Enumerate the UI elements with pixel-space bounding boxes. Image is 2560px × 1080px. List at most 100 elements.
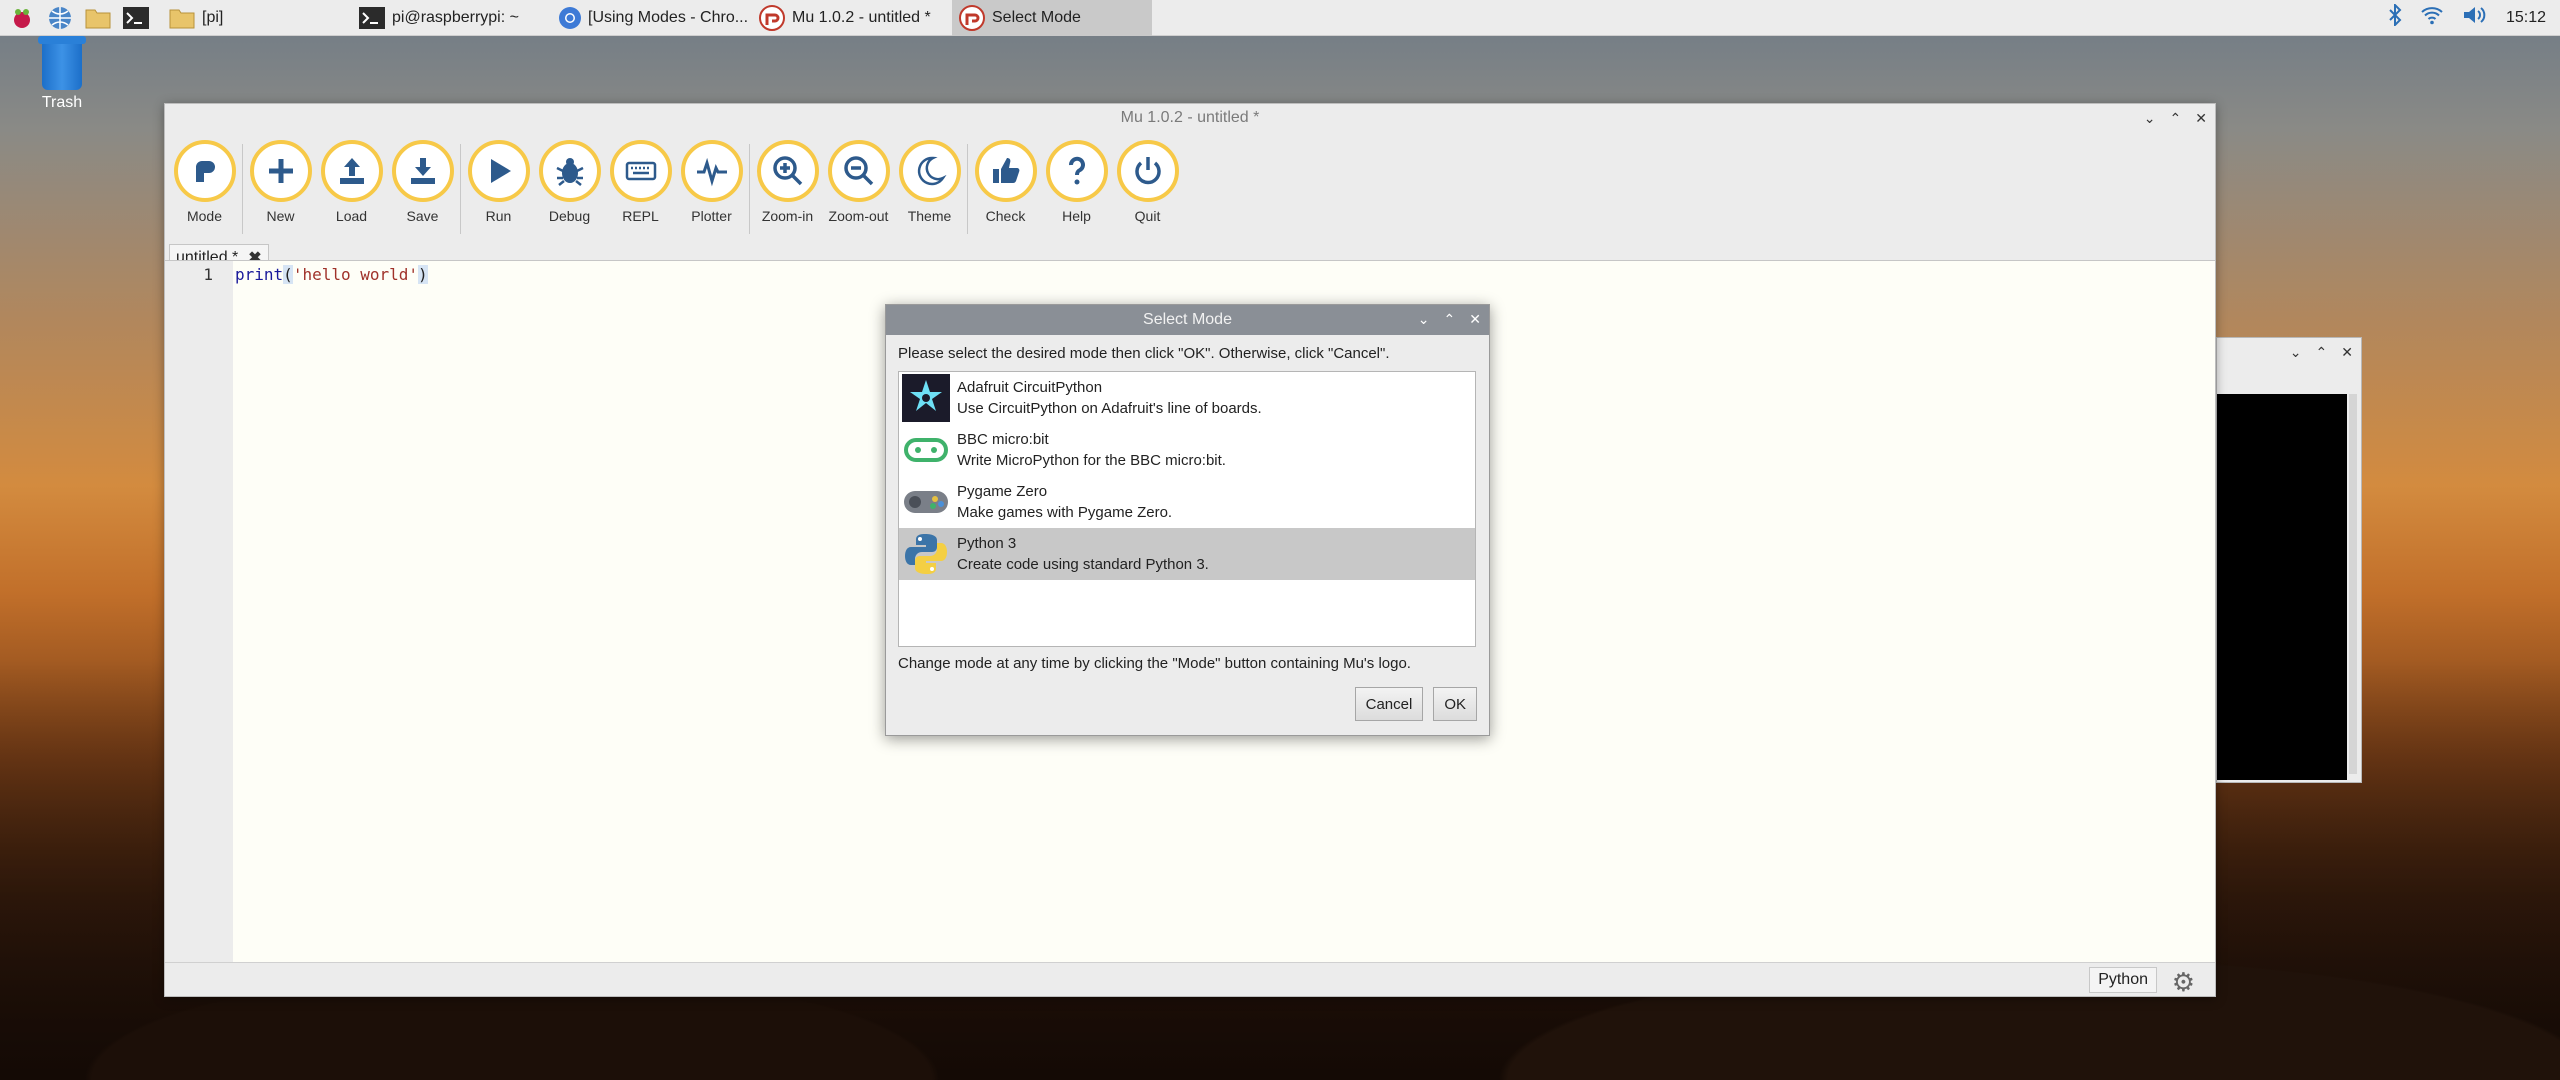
upload-icon [339,158,364,184]
dialog-prompt: Please select the desired mode then clic… [898,345,1390,362]
code-function: print [235,265,284,284]
mode-button[interactable]: Mode [169,140,240,224]
taskbar: [pi] pi@raspberrypi: ~ [Using Modes - Ch… [0,0,2560,36]
minimize-icon[interactable]: ⌄ [2144,110,2156,127]
check-button[interactable]: Check [970,140,1041,224]
toolbar-separator [242,144,243,234]
line-number: 1 [203,265,213,284]
help-label: Help [1062,208,1091,224]
circuitpython-icon [901,373,951,423]
python-icon [901,529,951,579]
task-chromium[interactable]: [Using Modes - Chro... [552,0,752,36]
folder-icon [168,4,196,32]
task-label: Select Mode [992,8,1081,26]
background-window[interactable]: ⌄ ⌃ ✕ [2216,337,2362,783]
save-label: Save [406,208,439,224]
mode-indicator[interactable]: Python [2089,967,2157,993]
check-label: Check [985,208,1026,224]
system-tray: 15:12 [2388,0,2560,36]
clock[interactable]: 15:12 [2506,9,2546,27]
zoom-out-icon [843,156,873,186]
mode-name: Pygame Zero [957,483,1048,500]
zoom-in-label: Zoom-in [761,208,814,224]
mode-list[interactable]: Adafruit CircuitPython Use CircuitPython… [898,371,1476,647]
mu-logo-icon [758,4,786,32]
bluetooth-icon[interactable] [2388,2,2402,32]
terminal-area[interactable] [2217,394,2347,780]
task-mu[interactable]: Mu 1.0.2 - untitled * [752,0,952,36]
code-paren-open: ( [283,265,293,284]
download-icon [410,158,435,184]
mode-label: Mode [186,208,223,224]
mode-description: Create code using standard Python 3. [957,556,1209,573]
raspberry-menu-icon[interactable] [6,2,38,34]
task-terminal[interactable]: pi@raspberrypi: ~ [352,0,552,36]
volume-icon[interactable] [2462,5,2488,31]
mode-name: Python 3 [957,535,1017,552]
quit-button[interactable]: Quit [1112,140,1183,224]
chromium-icon [558,4,582,32]
code-paren-close: ) [418,265,428,284]
dialog-title: Select Mode [1143,311,1232,328]
dialog-buttons: Cancel OK [1354,687,1477,721]
toolbar-separator [749,144,750,234]
maximize-icon[interactable]: ⌃ [1444,311,1456,328]
mode-item-microbit[interactable]: BBC micro:bit Write MicroPython for the … [899,424,1475,476]
mode-item-circuitpython[interactable]: Adafruit CircuitPython Use CircuitPython… [899,372,1475,424]
minimize-icon[interactable]: ⌄ [1418,311,1430,328]
maximize-icon[interactable]: ⌃ [2316,344,2328,361]
mu-mode-icon [195,161,215,182]
debug-button[interactable]: Debug [534,140,605,224]
zoom-out-button[interactable]: Zoom-out [823,140,894,224]
mode-item-pygame-zero[interactable]: Pygame Zero Make games with Pygame Zero. [899,476,1475,528]
toolbar-separator [967,144,968,234]
debug-label: Debug [548,208,591,224]
task-select-mode[interactable]: Select Mode [952,0,1152,36]
select-mode-dialog: Select Mode ⌄ ⌃ ✕ Please select the desi… [885,304,1490,736]
zoom-in-button[interactable]: Zoom-in [752,140,823,224]
power-icon [1134,157,1161,185]
keyboard-icon [625,161,656,181]
save-button[interactable]: Save [387,140,458,224]
mu-logo-icon [958,4,986,32]
new-label: New [266,208,295,224]
dialog-titlebar[interactable]: Select Mode ⌄ ⌃ ✕ [886,305,1489,335]
run-button[interactable]: Run [463,140,534,224]
mode-name: BBC micro:bit [957,431,1049,448]
desktop-trash[interactable]: Trash [30,36,94,112]
line-number-gutter: 1 [165,261,233,964]
task-file-manager[interactable]: [pi] [162,0,352,36]
close-icon[interactable]: ✕ [2341,344,2353,361]
minimize-icon[interactable]: ⌄ [2290,344,2302,361]
new-button[interactable]: New [245,140,316,224]
load-label: Load [335,208,368,224]
help-button[interactable]: Help [1041,140,1112,224]
mode-item-python3[interactable]: Python 3 Create code using standard Pyth… [899,528,1475,580]
web-browser-icon[interactable] [44,2,76,34]
plotter-label: Plotter [691,208,732,224]
ok-button[interactable]: OK [1433,687,1477,721]
plotter-button[interactable]: Plotter [676,140,747,224]
window-controls: ⌄ ⌃ ✕ [2290,344,2353,361]
mode-description: Use CircuitPython on Adafruit's line of … [957,400,1262,417]
code-line[interactable]: print('hello world') [233,261,428,964]
maximize-icon[interactable]: ⌃ [2170,110,2182,127]
window-titlebar[interactable]: Mu 1.0.2 - untitled * ⌄ ⌃ ✕ [165,104,2215,132]
gear-icon[interactable]: ⚙ [2172,967,2195,998]
close-icon[interactable]: ✕ [2195,110,2207,127]
load-button[interactable]: Load [316,140,387,224]
theme-button[interactable]: Theme [894,140,965,224]
mode-description: Make games with Pygame Zero. [957,504,1173,521]
wifi-icon[interactable] [2420,5,2444,31]
cancel-button[interactable]: Cancel [1354,687,1424,721]
file-manager-icon[interactable] [82,2,114,34]
scrollbar[interactable] [2349,394,2357,774]
terminal-icon[interactable] [120,2,152,34]
close-icon[interactable]: ✕ [1469,311,1481,328]
zoom-in-icon [772,156,802,186]
gamepad-icon [901,477,951,527]
thumbs-up-icon [992,158,1019,183]
repl-button[interactable]: REPL [605,140,676,224]
zoom-out-label: Zoom-out [828,208,889,224]
task-label: [Using Modes - Chro... [588,8,749,26]
